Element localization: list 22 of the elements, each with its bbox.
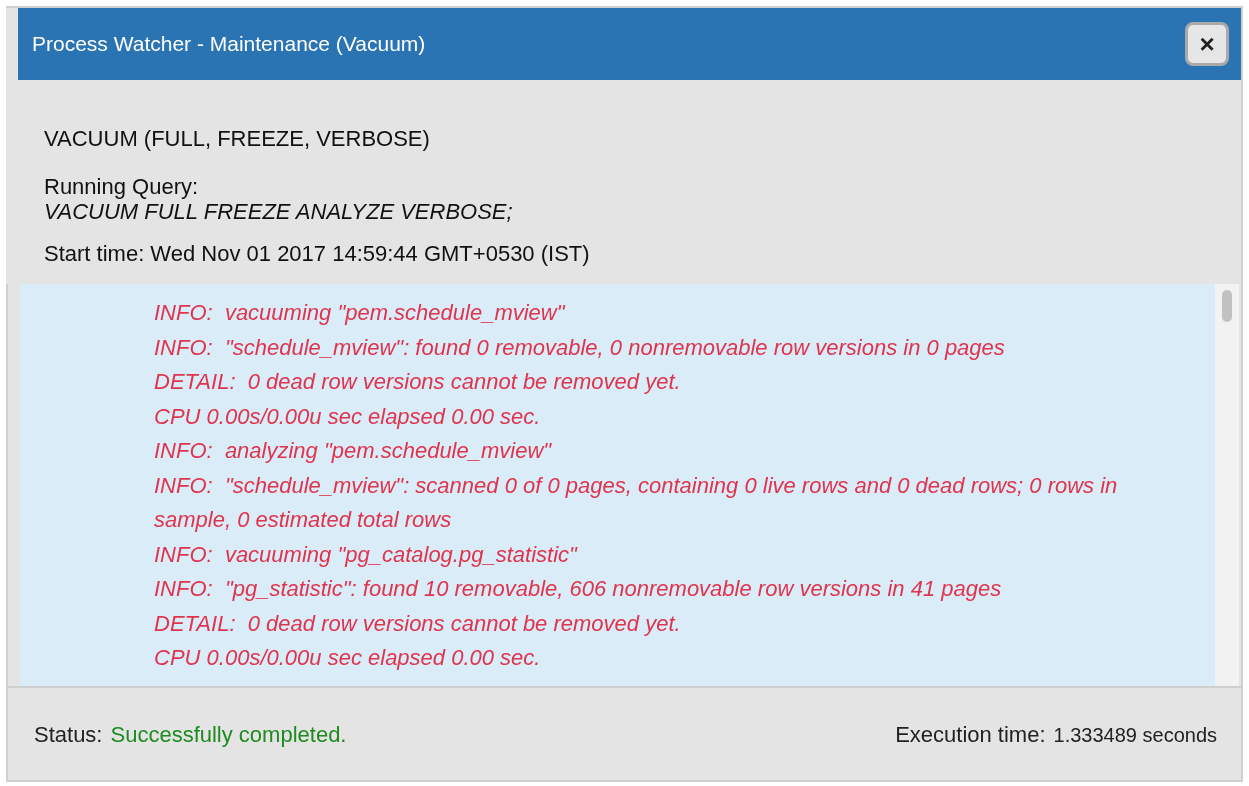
scrollbar-thumb[interactable] xyxy=(1222,290,1232,322)
log-line: INFO: analyzing "pem.schedule_mview" xyxy=(154,437,553,465)
operation-text: VACUUM (FULL, FREEZE, VERBOSE) xyxy=(44,125,431,153)
close-button[interactable]: × xyxy=(1185,22,1229,66)
log-line: INFO: vacuuming "pg_catalog.pg_statistic" xyxy=(154,540,579,569)
log-line: DETAIL: 0 dead row versions cannot be removed yet. xyxy=(154,609,682,638)
log-line: CPU 0.00s/0.00u sec elapsed 0.00 sec. xyxy=(154,644,542,672)
log-line: INFO: "schedule_mview": found 0 removable, 0 nonremovable row versions in 0 pages xyxy=(154,333,1006,362)
log-line: INFO: "pg_statistic": found 10 removable, 606 nonremovable row versions in 41 pages xyxy=(154,575,1003,603)
query-label: Running Query: xyxy=(44,175,200,199)
window-title: Process Watcher - Maintenance (Vacuum) xyxy=(32,31,426,58)
query-text: VACUUM FULL FREEZE ANALYZE VERBOSE; xyxy=(44,199,514,225)
scrollbar[interactable] xyxy=(1215,284,1239,686)
log-line: CPU 0.00s/0.00u sec elapsed 0.00 sec. xyxy=(154,402,542,431)
status-label: Status: xyxy=(34,720,103,749)
log-line: INFO: "schedule_mview": scanned 0 of 0 pages, containing 0 live rows and 0 dead rows; 0 rows in sample, 0 estimated total rows xyxy=(154,471,1119,534)
log-line: DETAIL: 0 dead row versions cannot be removed yet. xyxy=(154,368,682,396)
execution-label: Execution time: xyxy=(895,720,1046,749)
execution-time: 1.333489 seconds xyxy=(1053,722,1217,748)
start-time: Start time: Wed Nov 01 2017 14:59:44 GMT+0530 (IST) xyxy=(44,240,591,268)
log-line: INFO: vacuuming "pem.schedule_mview" xyxy=(154,299,567,327)
status-text: Successfully completed. xyxy=(110,720,347,749)
